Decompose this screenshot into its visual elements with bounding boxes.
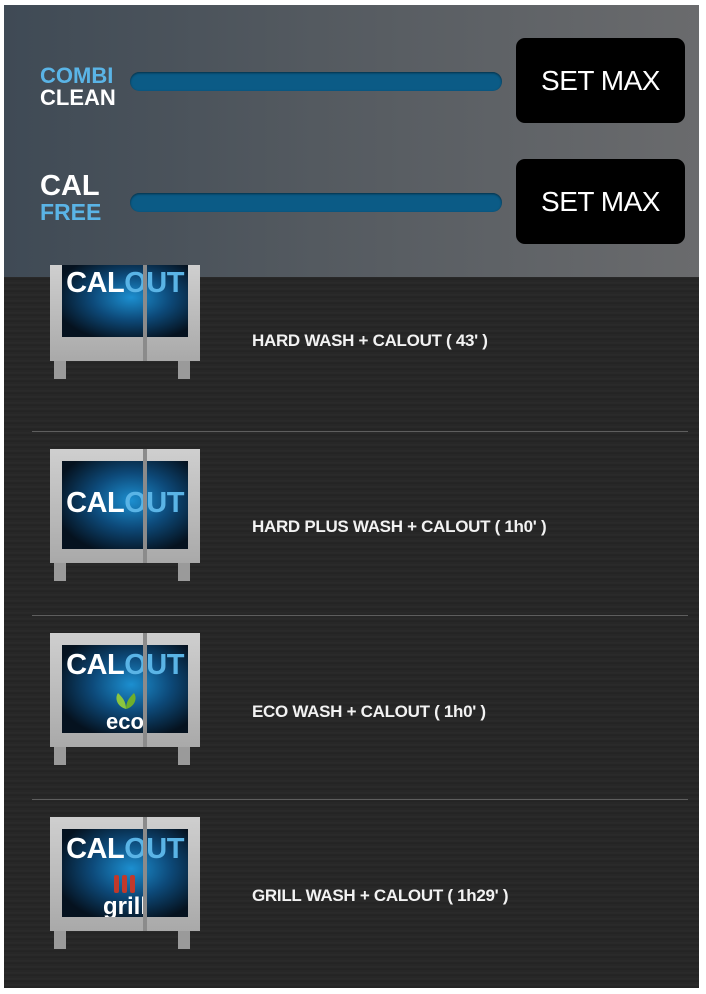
program-item-hard-wash[interactable]: CALOUT HARD WASH + CALOUT ( 43' ) (4, 265, 699, 431)
grill-icon-text: grill (102, 893, 147, 917)
combi-clean-set-max-button[interactable]: SET MAX (516, 38, 685, 123)
calout-icon-text: CALOUT (66, 833, 184, 865)
limits-panel: COMBI CLEAN SET MAX CAL FREE SET MAX (4, 5, 699, 277)
calout-eco-oven-icon: CALOUT eco (50, 633, 200, 773)
cal-free-set-max-button[interactable]: SET MAX (516, 159, 685, 244)
program-label: HARD PLUS WASH + CALOUT ( 1h0' ) (252, 517, 547, 536)
program-label: GRILL WASH + CALOUT ( 1h29' ) (252, 886, 509, 905)
eco-icon-text: eco (106, 709, 144, 733)
calout-icon-text: CALOUT (66, 267, 184, 299)
calout-icon-text: CALOUT (66, 649, 184, 681)
program-item-eco-wash[interactable]: CALOUT eco ECO WASH + CALOUT ( 1h0' ) (4, 616, 699, 798)
cal-free-level-bar[interactable] (130, 193, 502, 212)
calout-oven-icon: CALOUT (50, 449, 200, 589)
program-label: HARD WASH + CALOUT ( 43' ) (252, 331, 488, 350)
app-window: COMBI CLEAN SET MAX CAL FREE SET MAX CAL… (4, 5, 699, 988)
cal-free-row: CAL FREE SET MAX (4, 136, 699, 256)
cal-free-label: CAL FREE (40, 172, 130, 224)
combi-clean-label-line1: COMBI (40, 63, 114, 88)
program-item-grill-wash[interactable]: CALOUT grill GRILL WASH + CALOUT ( 1h29'… (4, 800, 699, 982)
program-item-hard-plus-wash[interactable]: CALOUT HARD PLUS WASH + CALOUT ( 1h0' ) (4, 432, 699, 614)
combi-clean-label: COMBI CLEAN (40, 65, 130, 109)
calout-oven-icon: CALOUT (50, 265, 200, 395)
program-label: ECO WASH + CALOUT ( 1h0' ) (252, 702, 486, 721)
combi-clean-label-line2: CLEAN (40, 85, 116, 110)
cal-free-label-line1: CAL (40, 170, 100, 202)
combi-clean-row: COMBI CLEAN SET MAX (4, 15, 699, 135)
calout-icon-text: CALOUT (66, 487, 184, 519)
combi-clean-level-bar[interactable] (130, 72, 502, 91)
eco-leaf-icon (116, 693, 136, 709)
cal-free-label-line2: FREE (40, 199, 102, 225)
calout-grill-oven-icon: CALOUT grill (50, 817, 200, 957)
